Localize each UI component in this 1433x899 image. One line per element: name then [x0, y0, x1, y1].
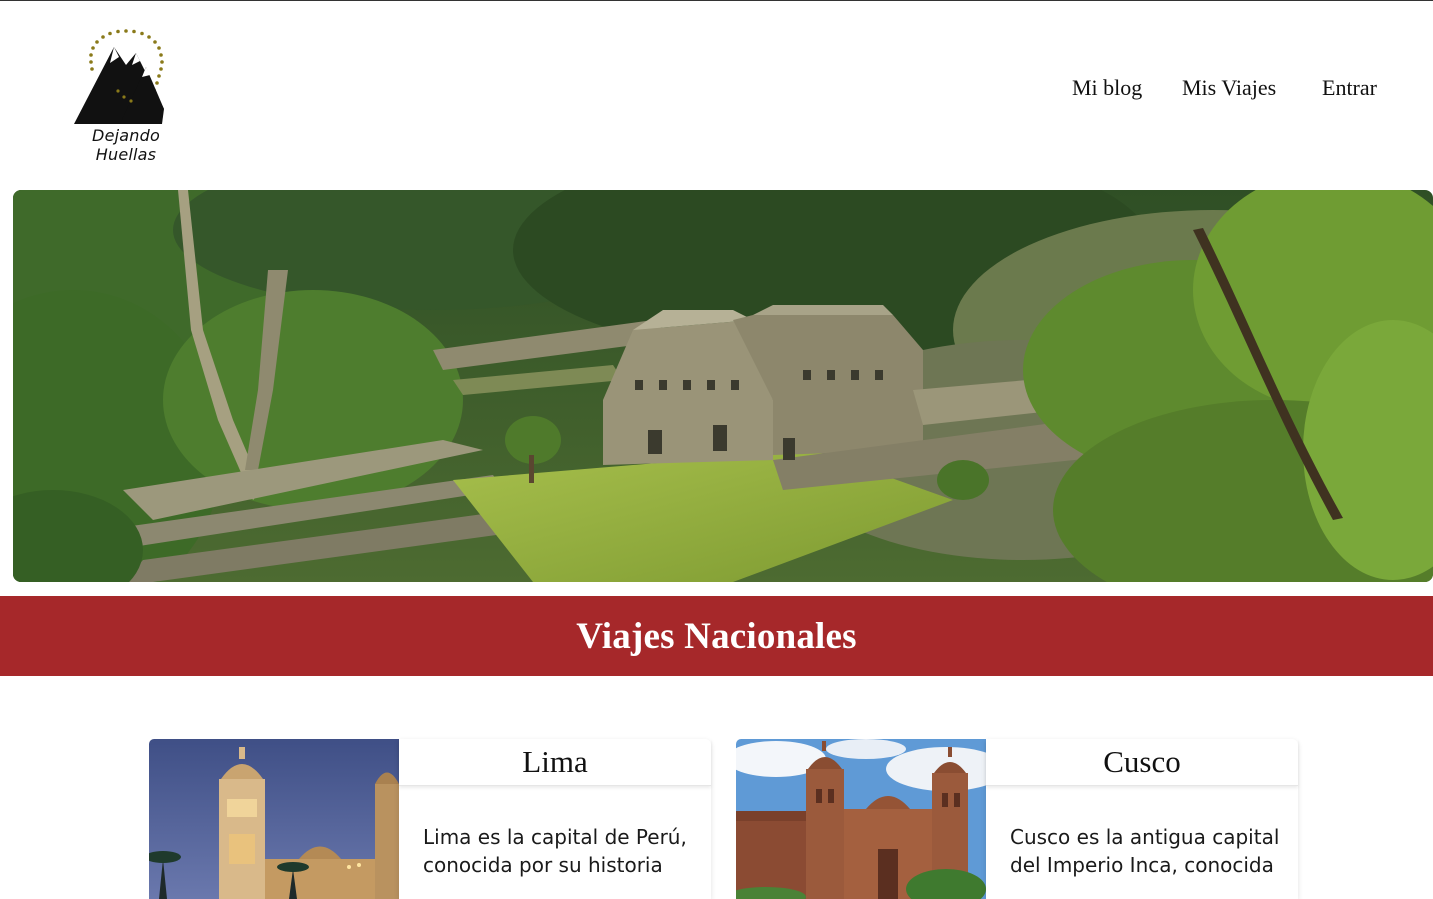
nav-item-mi-blog[interactable]: Mi blog — [1072, 75, 1142, 101]
card-title: Cusco — [1103, 744, 1181, 779]
lima-cathedral-illustration — [149, 739, 399, 899]
mountain-logo-icon — [74, 29, 164, 124]
site-header: Dejando Huellas Mi blog Mis Viajes Entra… — [0, 1, 1433, 181]
nav-item-entrar[interactable]: Entrar — [1322, 75, 1377, 101]
nav-item-mis-viajes[interactable]: Mis Viajes — [1182, 75, 1276, 101]
card-description: Cusco es la antigua capital del Imperio … — [1010, 825, 1280, 877]
site-logo[interactable]: Dejando Huellas — [60, 25, 192, 164]
destination-card-lima[interactable]: Lima Lima es la capital de Perú, conocid… — [149, 739, 711, 899]
card-description: Lima es la capital de Perú, conocida por… — [423, 825, 687, 877]
destination-card-cusco[interactable]: Cusco Cusco es la antigua capital del Im… — [736, 739, 1298, 899]
card-title: Lima — [522, 744, 588, 779]
hero-image — [13, 190, 1433, 582]
logo-caption: Dejando Huellas — [92, 126, 160, 164]
ruins-landscape-illustration — [13, 190, 1433, 582]
card-title-bar: Lima — [399, 739, 711, 786]
lima-photo — [149, 739, 399, 899]
section-heading: Viajes Nacionales — [576, 615, 857, 657]
card-body: Lima Lima es la capital de Perú, conocid… — [399, 739, 711, 899]
card-title-bar: Cusco — [986, 739, 1298, 786]
cusco-cathedral-illustration — [736, 739, 986, 899]
section-banner: Viajes Nacionales — [0, 596, 1433, 676]
card-body: Cusco Cusco es la antigua capital del Im… — [986, 739, 1298, 899]
cusco-photo — [736, 739, 986, 899]
